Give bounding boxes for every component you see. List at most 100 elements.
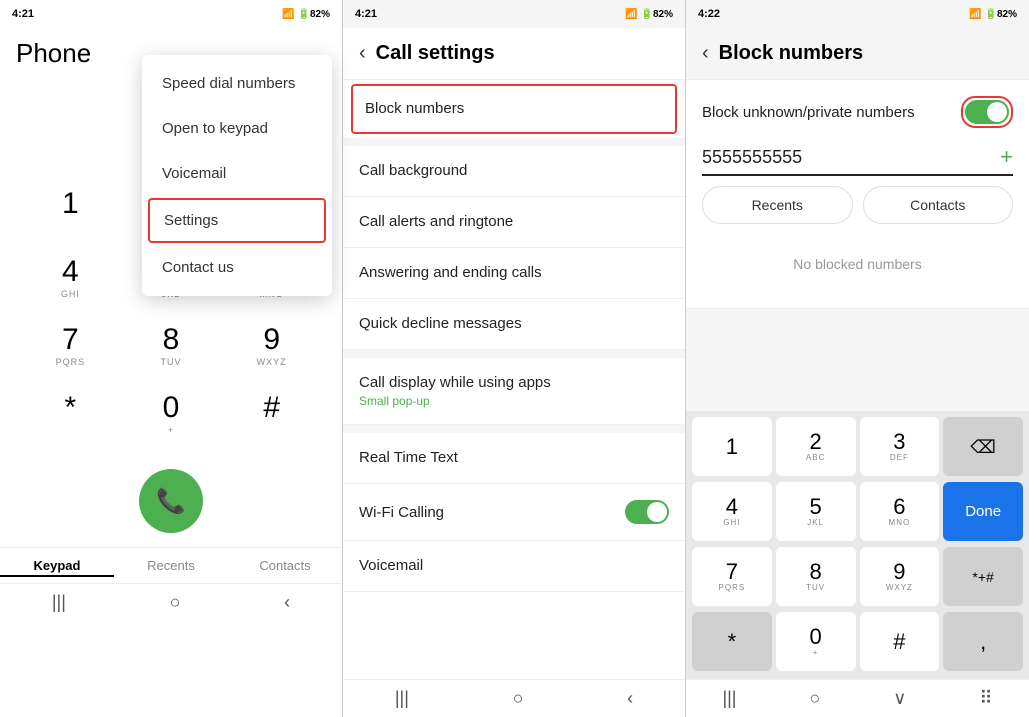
numpad-row-2: 4 GHI 5 JKL 6 MNO Done [690, 480, 1025, 543]
phone-panel: 4:21 📶 🔋82% Phone Speed dial numbers Ope… [0, 0, 343, 717]
call-settings-panel: 4:21 📶 🔋82% ‹ Call settings Block number… [343, 0, 686, 717]
numpad-key-4[interactable]: 4 GHI [692, 482, 772, 541]
signal-icon-3: 📶 [969, 9, 981, 20]
numpad-key-star[interactable]: * [692, 612, 772, 671]
key-1[interactable]: 1 [20, 177, 121, 245]
no-blocked-text: No blocked numbers [702, 236, 1013, 292]
nav-bar-3: ||| ○ ∨ ⠿ [686, 679, 1029, 717]
nav-back-icon[interactable]: ‹ [284, 592, 290, 613]
call-button[interactable]: 📞 [139, 469, 203, 533]
nav-home-icon-3[interactable]: ○ [809, 688, 820, 709]
setting-answering-ending[interactable]: Answering and ending calls [343, 248, 685, 299]
menu-item-voicemail[interactable]: Voicemail [142, 151, 332, 196]
numpad-row-4: * 0 + # , [690, 610, 1025, 673]
setting-quick-decline[interactable]: Quick decline messages [343, 299, 685, 350]
nav-bar-2: ||| ○ ‹ [343, 679, 685, 717]
setting-call-display[interactable]: Call display while using apps Small pop-… [343, 358, 685, 425]
numpad-key-3[interactable]: 3 DEF [860, 417, 940, 476]
menu-item-open-keypad[interactable]: Open to keypad [142, 106, 332, 151]
numpad-key-5[interactable]: 5 JKL [776, 482, 856, 541]
numpad-row-1: 1 2 ABC 3 DEF ⌫ [690, 415, 1025, 478]
status-time-2: 4:21 [355, 8, 377, 20]
menu-item-speed-dial[interactable]: Speed dial numbers [142, 61, 332, 106]
bottom-tabs: Keypad Recents Contacts [0, 547, 342, 583]
key-0[interactable]: 0 + [121, 381, 222, 449]
numpad-key-1[interactable]: 1 [692, 417, 772, 476]
numpad-key-6[interactable]: 6 MNO [860, 482, 940, 541]
block-content: Block unknown/private numbers + Recents … [686, 80, 1029, 309]
nav-chevron-icon-3[interactable]: ∨ [893, 688, 906, 709]
nav-menu-icon-3[interactable]: ||| [722, 688, 736, 709]
tab-contacts[interactable]: Contacts [228, 558, 342, 577]
recents-filter-button[interactable]: Recents [702, 186, 853, 224]
setting-wifi-calling[interactable]: Wi-Fi Calling [343, 484, 685, 541]
back-button-2[interactable]: ‹ [359, 42, 366, 65]
status-icons-3: 📶 🔋82% [969, 9, 1017, 20]
tab-keypad[interactable]: Keypad [0, 558, 114, 577]
dropdown-menu: Speed dial numbers Open to keypad Voicem… [142, 55, 332, 296]
nav-back-icon-2[interactable]: ‹ [627, 688, 633, 709]
block-numbers-panel: 4:22 📶 🔋82% ‹ Block numbers Block unknow… [686, 0, 1029, 717]
number-input-row: + [702, 144, 1013, 176]
status-bar-2: 4:21 📶 🔋82% [343, 0, 685, 28]
nav-home-icon-2[interactable]: ○ [513, 688, 524, 709]
numpad-key-9[interactable]: 9 WXYZ [860, 547, 940, 606]
nav-grid-icon-3[interactable]: ⠿ [979, 688, 992, 709]
block-numbers-title: Block numbers [719, 42, 863, 65]
numpad-key-pound[interactable]: # [860, 612, 940, 671]
call-settings-header: ‹ Call settings [343, 28, 685, 80]
nav-menu-icon[interactable]: ||| [52, 592, 66, 613]
setting-voicemail[interactable]: Voicemail [343, 541, 685, 592]
battery-icon-2: 🔋82% [641, 9, 673, 20]
status-icons-2: 📶 🔋82% [625, 9, 673, 20]
key-9[interactable]: 9 WXYZ [221, 313, 322, 381]
call-display-sub: Small pop-up [359, 394, 669, 408]
numpad-key-0[interactable]: 0 + [776, 612, 856, 671]
setting-call-background[interactable]: Call background [343, 146, 685, 197]
back-button-3[interactable]: ‹ [702, 42, 709, 65]
key-star[interactable]: * [20, 381, 121, 449]
numpad-row-3: 7 PQRS 8 TUV 9 WXYZ *+# [690, 545, 1025, 608]
numpad-key-2[interactable]: 2 ABC [776, 417, 856, 476]
signal-icon-2: 📶 [625, 9, 637, 20]
menu-item-contact-us[interactable]: Contact us [142, 245, 332, 290]
status-icons-1: 📶 🔋82% [282, 9, 330, 20]
status-bar-1: 4:21 📶 🔋82% [0, 0, 342, 28]
menu-item-settings[interactable]: Settings [148, 198, 326, 243]
settings-list: Block numbers Call background Call alert… [343, 80, 685, 679]
key-7[interactable]: 7 PQRS [20, 313, 121, 381]
phone-icon: 📞 [156, 487, 186, 516]
key-hash[interactable]: # [221, 381, 322, 449]
numpad-key-8[interactable]: 8 TUV [776, 547, 856, 606]
block-toggle-outline [961, 96, 1013, 128]
numpad-key-symbols[interactable]: *+# [943, 547, 1023, 606]
filter-row: Recents Contacts [702, 186, 1013, 224]
block-numbers-header: ‹ Block numbers [686, 28, 1029, 80]
call-settings-title: Call settings [376, 42, 495, 65]
key-8[interactable]: 8 TUV [121, 313, 222, 381]
wifi-calling-toggle[interactable] [625, 500, 669, 524]
add-number-button[interactable]: + [1000, 144, 1013, 170]
numpad-key-7[interactable]: 7 PQRS [692, 547, 772, 606]
signal-icon-1: 📶 [282, 9, 294, 20]
numpad-key-done[interactable]: Done [943, 482, 1023, 541]
contacts-filter-button[interactable]: Contacts [863, 186, 1014, 224]
status-time-3: 4:22 [698, 8, 720, 20]
block-unknown-row: Block unknown/private numbers [702, 96, 1013, 128]
status-time-1: 4:21 [12, 8, 34, 20]
tab-recents[interactable]: Recents [114, 558, 228, 577]
setting-block-numbers[interactable]: Block numbers [351, 84, 677, 134]
setting-call-alerts[interactable]: Call alerts and ringtone [343, 197, 685, 248]
nav-menu-icon-2[interactable]: ||| [395, 688, 409, 709]
setting-real-time-text[interactable]: Real Time Text [343, 433, 685, 484]
status-bar-3: 4:22 📶 🔋82% [686, 0, 1029, 28]
block-unknown-toggle[interactable] [965, 100, 1009, 124]
numpad-key-comma[interactable]: , [943, 612, 1023, 671]
numpad-key-backspace[interactable]: ⌫ [943, 417, 1023, 476]
numpad: 1 2 ABC 3 DEF ⌫ 4 GHI 5 JKL [686, 411, 1029, 679]
battery-icon-1: 🔋82% [298, 9, 330, 20]
block-number-input[interactable] [702, 147, 1000, 168]
key-4[interactable]: 4 GHI [20, 245, 121, 313]
block-unknown-label: Block unknown/private numbers [702, 104, 949, 121]
nav-home-icon[interactable]: ○ [170, 592, 181, 613]
